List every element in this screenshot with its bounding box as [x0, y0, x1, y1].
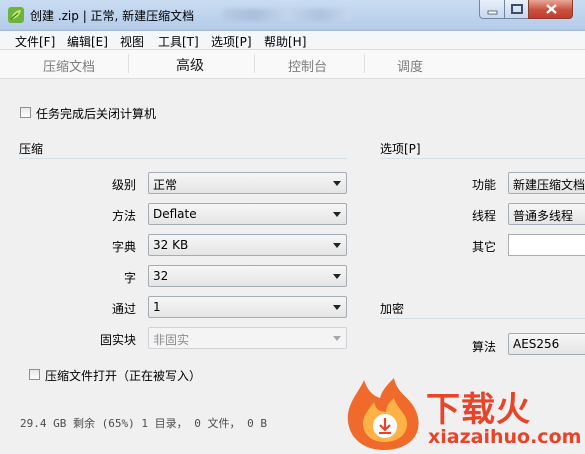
bandizip-window: 创建 .zip | 正常, 新建压缩文档 文件[F] 编辑[E] 视图 工具[T…	[0, 0, 585, 454]
chevron-down-icon	[333, 212, 341, 217]
flame-logo-icon	[347, 378, 419, 450]
method-select[interactable]: Deflate	[148, 203, 347, 225]
other-input[interactable]	[508, 234, 585, 256]
menu-file[interactable]: 文件[F]	[15, 33, 55, 50]
level-value: 正常	[153, 178, 178, 192]
options-group-title: 选项[P]	[380, 142, 421, 156]
solid-select: 非固实	[148, 327, 347, 349]
close-icon	[546, 4, 557, 14]
tab-console[interactable]: 控制台	[288, 56, 327, 75]
chevron-down-icon	[333, 305, 341, 310]
dictionary-label: 字典	[111, 240, 136, 254]
menu-bar: 文件[F] 编辑[E] 视图 工具[T] 选项[P] 帮助[H]	[0, 31, 585, 50]
compression-group-title: 压缩	[19, 142, 44, 156]
title-blurred-region	[222, 9, 352, 21]
close-button[interactable]	[528, 0, 573, 19]
method-value: Deflate	[153, 207, 197, 221]
level-label: 级别	[111, 178, 136, 192]
shutdown-checkbox[interactable]	[20, 107, 31, 118]
algorithm-select[interactable]: AES256	[508, 333, 585, 355]
maximize-button[interactable]	[504, 0, 529, 19]
chevron-down-icon	[333, 181, 341, 186]
disk-status-text: 29.4 GB 剩余 (65%) 1 目录， 0 文件， 0 B	[20, 417, 267, 430]
algorithm-value: AES256	[513, 337, 560, 351]
dictionary-select[interactable]: 32 KB	[148, 234, 347, 256]
word-label: 字	[123, 271, 136, 285]
maximize-icon	[511, 4, 523, 14]
menu-options[interactable]: 选项[P]	[211, 33, 252, 50]
encryption-group-title: 加密	[380, 302, 405, 316]
shutdown-checkbox-label[interactable]: 任务完成后关闭计算机	[36, 105, 156, 122]
tab-advanced[interactable]: 高级	[176, 55, 204, 75]
function-value: 新建压缩文档	[513, 178, 585, 192]
passes-value: 1	[153, 300, 161, 314]
menu-edit[interactable]: 编辑[E]	[67, 33, 108, 50]
tab-schedule[interactable]: 调度	[397, 56, 423, 75]
method-label: 方法	[111, 209, 136, 223]
word-value: 32	[153, 269, 169, 283]
minimize-icon	[487, 10, 498, 15]
watermark-text: 下载火	[426, 390, 531, 430]
algorithm-label: 算法	[471, 340, 496, 354]
chevron-down-icon	[333, 336, 341, 341]
solid-label: 固实块	[99, 333, 136, 347]
encryption-group-divider	[380, 318, 585, 319]
tab-archive[interactable]: 压缩文档	[43, 56, 95, 75]
level-select[interactable]: 正常	[148, 172, 347, 194]
function-select[interactable]: 新建压缩文档	[508, 172, 585, 194]
threads-value: 普通多线程	[513, 209, 574, 223]
menu-help[interactable]: 帮助[H]	[264, 33, 306, 50]
passes-select[interactable]: 1	[148, 296, 347, 318]
solid-value: 非固实	[153, 333, 190, 347]
chevron-down-icon	[333, 243, 341, 248]
threads-select[interactable]: 普通多线程	[508, 203, 585, 225]
minimize-button[interactable]	[479, 0, 505, 19]
bandizip-app-icon	[8, 7, 24, 23]
tab-separator	[364, 54, 365, 73]
function-label: 功能	[471, 178, 496, 192]
word-select[interactable]: 32	[148, 265, 347, 287]
tab-separator	[128, 54, 129, 73]
open-archive-checkbox[interactable]	[29, 369, 40, 380]
tab-strip: 压缩文档 高级 控制台 调度	[0, 50, 585, 79]
open-archive-checkbox-label[interactable]: 压缩文件打开（正在被写入）	[45, 367, 201, 384]
passes-label: 通过	[111, 302, 136, 316]
window-title: 创建 .zip | 正常, 新建压缩文档	[30, 9, 195, 23]
xiazaihuo-watermark: 下载火 xiazaihuo.com	[342, 376, 585, 454]
menu-tools[interactable]: 工具[T]	[158, 33, 199, 50]
tab-separator	[254, 54, 255, 73]
compression-group-divider	[19, 158, 347, 159]
menu-view[interactable]: 视图	[120, 33, 144, 50]
chevron-down-icon	[333, 274, 341, 279]
watermark-url: xiazaihuo.com	[428, 426, 582, 448]
dictionary-value: 32 KB	[153, 238, 189, 252]
title-bar: 创建 .zip | 正常, 新建压缩文档	[0, 0, 585, 31]
threads-label: 线程	[471, 209, 496, 223]
other-label: 其它	[471, 240, 496, 254]
options-group-divider	[380, 158, 585, 159]
